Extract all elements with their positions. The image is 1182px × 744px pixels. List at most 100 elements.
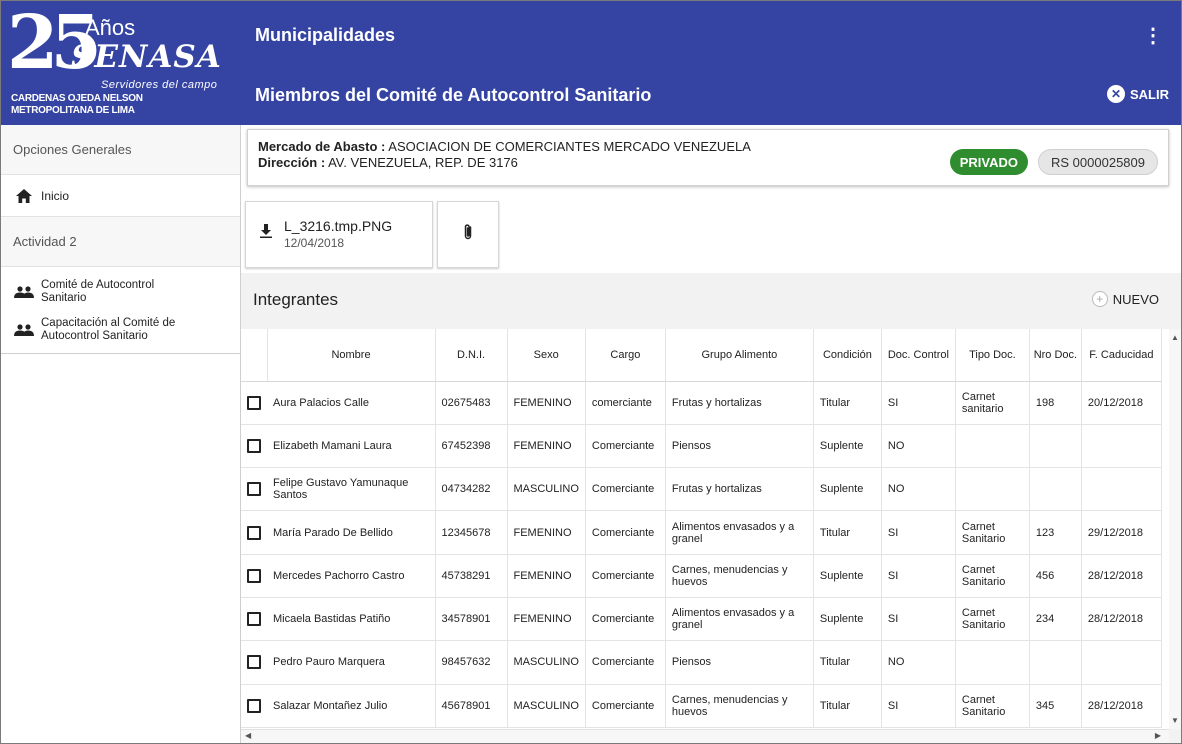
header-dni[interactable]: D.N.I. [435, 329, 508, 382]
direccion-line: Dirección : AV. VENEZUELA, REP. DE 3176 [258, 155, 518, 170]
mercado-line: Mercado de Abasto : ASOCIACION DE COMERC… [258, 139, 751, 154]
scroll-down-icon[interactable]: ▼ [1171, 716, 1179, 725]
sidebar-divider [1, 353, 240, 354]
cell-nombre: María Parado De Bellido [267, 510, 436, 555]
user-name: CARDENAS OJEDA NELSON [11, 93, 143, 104]
mercado-label: Mercado de Abasto : [258, 139, 386, 154]
cell-condicion: Titular [813, 381, 882, 425]
cell-condicion: Suplente [813, 597, 882, 642]
table-row[interactable]: María Parado De Bellido 12345678 FEMENIN… [241, 510, 1162, 555]
sidebar: 25 Años SENASA Servidores del campo CARD… [1, 1, 241, 743]
table-row[interactable]: Salazar Montañez Julio 45678901 MASCULIN… [241, 684, 1162, 728]
cell-f-caducidad [1081, 424, 1162, 469]
header-tipo-doc[interactable]: Tipo Doc. [955, 329, 1030, 382]
table-row[interactable]: Pedro Pauro Marquera 98457632 MASCULINO … [241, 640, 1162, 685]
integrantes-title: Integrantes [253, 290, 339, 309]
header-doc-control[interactable]: Doc. Control [881, 329, 956, 382]
attach-button[interactable] [437, 201, 499, 268]
sidebar-section-actividad: Actividad 2 [1, 217, 240, 267]
salir-label: SALIR [1130, 86, 1169, 102]
cell-cargo: Comerciante [585, 554, 666, 598]
sidebar-item-capacitacion[interactable]: Capacitación al Comité de Autocontrol Sa… [1, 311, 240, 349]
cell-f-caducidad: 20/12/2018 [1081, 381, 1162, 425]
file-download-card[interactable]: L_3216.tmp.PNG 12/04/2018 [245, 201, 433, 268]
scroll-right-icon[interactable]: ▶ [1155, 731, 1161, 740]
cell-nro-doc [1029, 640, 1082, 685]
logo-anos: Años [85, 15, 136, 40]
cell-dni: 45738291 [435, 554, 508, 598]
cell-doc-control: NO [881, 640, 956, 685]
cell-cargo: Comerciante [585, 684, 666, 728]
row-checkbox[interactable] [247, 438, 261, 453]
cell-dni: 12345678 [435, 510, 508, 555]
header-sexo[interactable]: Sexo [507, 329, 586, 382]
cell-nombre: Pedro Pauro Marquera [267, 640, 436, 685]
header-grupo-alimento[interactable]: Grupo Alimento [665, 329, 814, 382]
row-checkbox[interactable] [247, 698, 261, 713]
row-checkbox[interactable] [247, 655, 261, 670]
cell-f-caducidad [1081, 467, 1162, 512]
sidebar-section-opciones: Opciones Generales [1, 125, 240, 175]
kebab-menu-icon[interactable]: ⋮ [1143, 23, 1163, 48]
nuevo-button[interactable]: + NUEVO [1091, 291, 1159, 307]
sidebar-item-inicio[interactable]: Inicio [1, 175, 240, 217]
cell-doc-control: SI [881, 381, 956, 425]
row-checkbox[interactable] [247, 525, 261, 540]
sidebar-item-label: Capacitación al Comité de Autocontrol Sa… [41, 317, 176, 342]
cell-condicion: Suplente [813, 424, 882, 469]
cell-f-caducidad [1081, 640, 1162, 685]
cell-nombre: Felipe Gustavo Yamunaque Santos [267, 467, 436, 512]
header-f-caducidad[interactable]: F. Caducidad [1081, 329, 1162, 382]
senasa-logo: 25 Años SENASA Servidores del campo CARD… [1, 1, 241, 125]
cell-tipo-doc: Carnet Sanitario [955, 597, 1030, 642]
cell-cargo: Comerciante [585, 467, 666, 512]
cell-tipo-doc: Carnet Sanitario [955, 554, 1030, 598]
table-header-row: Nombre D.N.I. Sexo Cargo Grupo Alimento … [241, 329, 1162, 382]
header-select [241, 329, 268, 382]
table-row[interactable]: Elizabeth Mamani Laura 67452398 FEMENINO… [241, 424, 1162, 469]
table-row[interactable]: Mercedes Pachorro Castro 45738291 FEMENI… [241, 554, 1162, 598]
cell-sexo: FEMENINO [507, 554, 586, 598]
cell-dni: 67452398 [435, 424, 508, 469]
cell-sexo: FEMENINO [507, 510, 586, 555]
cell-cargo: Comerciante [585, 640, 666, 685]
cell-nombre: Micaela Bastidas Patiño [267, 597, 436, 642]
sidebar-item-comite[interactable]: Comité de Autocontrol Sanitario [1, 273, 240, 311]
people-icon [13, 324, 35, 336]
row-checkbox[interactable] [247, 482, 261, 497]
table-row[interactable]: Micaela Bastidas Patiño 34578901 FEMENIN… [241, 597, 1162, 642]
cell-condicion: Titular [813, 510, 882, 555]
cell-tipo-doc [955, 467, 1030, 512]
cell-f-caducidad: 28/12/2018 [1081, 597, 1162, 642]
cell-nombre: Salazar Montañez Julio [267, 684, 436, 728]
cell-nro-doc: 198 [1029, 381, 1082, 425]
sidebar-item-label: Comité de Autocontrol Sanitario [41, 279, 155, 304]
scroll-up-icon[interactable]: ▲ [1171, 333, 1179, 342]
salir-button[interactable]: ✕ SALIR [1107, 85, 1169, 103]
mercado-info-card: Mercado de Abasto : ASOCIACION DE COMERC… [247, 129, 1169, 186]
horizontal-scrollbar[interactable]: ◀ ▶ [241, 729, 1169, 743]
table-row[interactable]: Aura Palacios Calle 02675483 FEMENINO co… [241, 381, 1162, 425]
people-icon [13, 286, 35, 298]
cell-grupo: Alimentos envasados y a granel [665, 510, 814, 555]
row-checkbox[interactable] [247, 568, 261, 583]
scroll-left-icon[interactable]: ◀ [245, 731, 251, 740]
cell-condicion: Suplente [813, 467, 882, 512]
cell-doc-control: NO [881, 467, 956, 512]
cell-f-caducidad: 28/12/2018 [1081, 684, 1162, 728]
vertical-scrollbar[interactable]: ▲ ▼ [1169, 329, 1181, 729]
table-row[interactable]: Felipe Gustavo Yamunaque Santos 04734282… [241, 467, 1162, 512]
header-cargo[interactable]: Cargo [585, 329, 666, 382]
cell-sexo: MASCULINO [507, 467, 586, 512]
cell-nro-doc: 234 [1029, 597, 1082, 642]
header-condicion[interactable]: Condición [813, 329, 882, 382]
cell-cargo: Comerciante [585, 510, 666, 555]
cell-nro-doc: 456 [1029, 554, 1082, 598]
row-checkbox[interactable] [247, 395, 261, 410]
cell-sexo: FEMENINO [507, 381, 586, 425]
logo-tagline: Servidores del campo [101, 79, 218, 91]
header-nro-doc[interactable]: Nro Doc. [1029, 329, 1082, 382]
row-checkbox[interactable] [247, 612, 261, 627]
header-nombre[interactable]: Nombre [267, 329, 436, 382]
cell-grupo: Frutas y hortalizas [665, 381, 814, 425]
